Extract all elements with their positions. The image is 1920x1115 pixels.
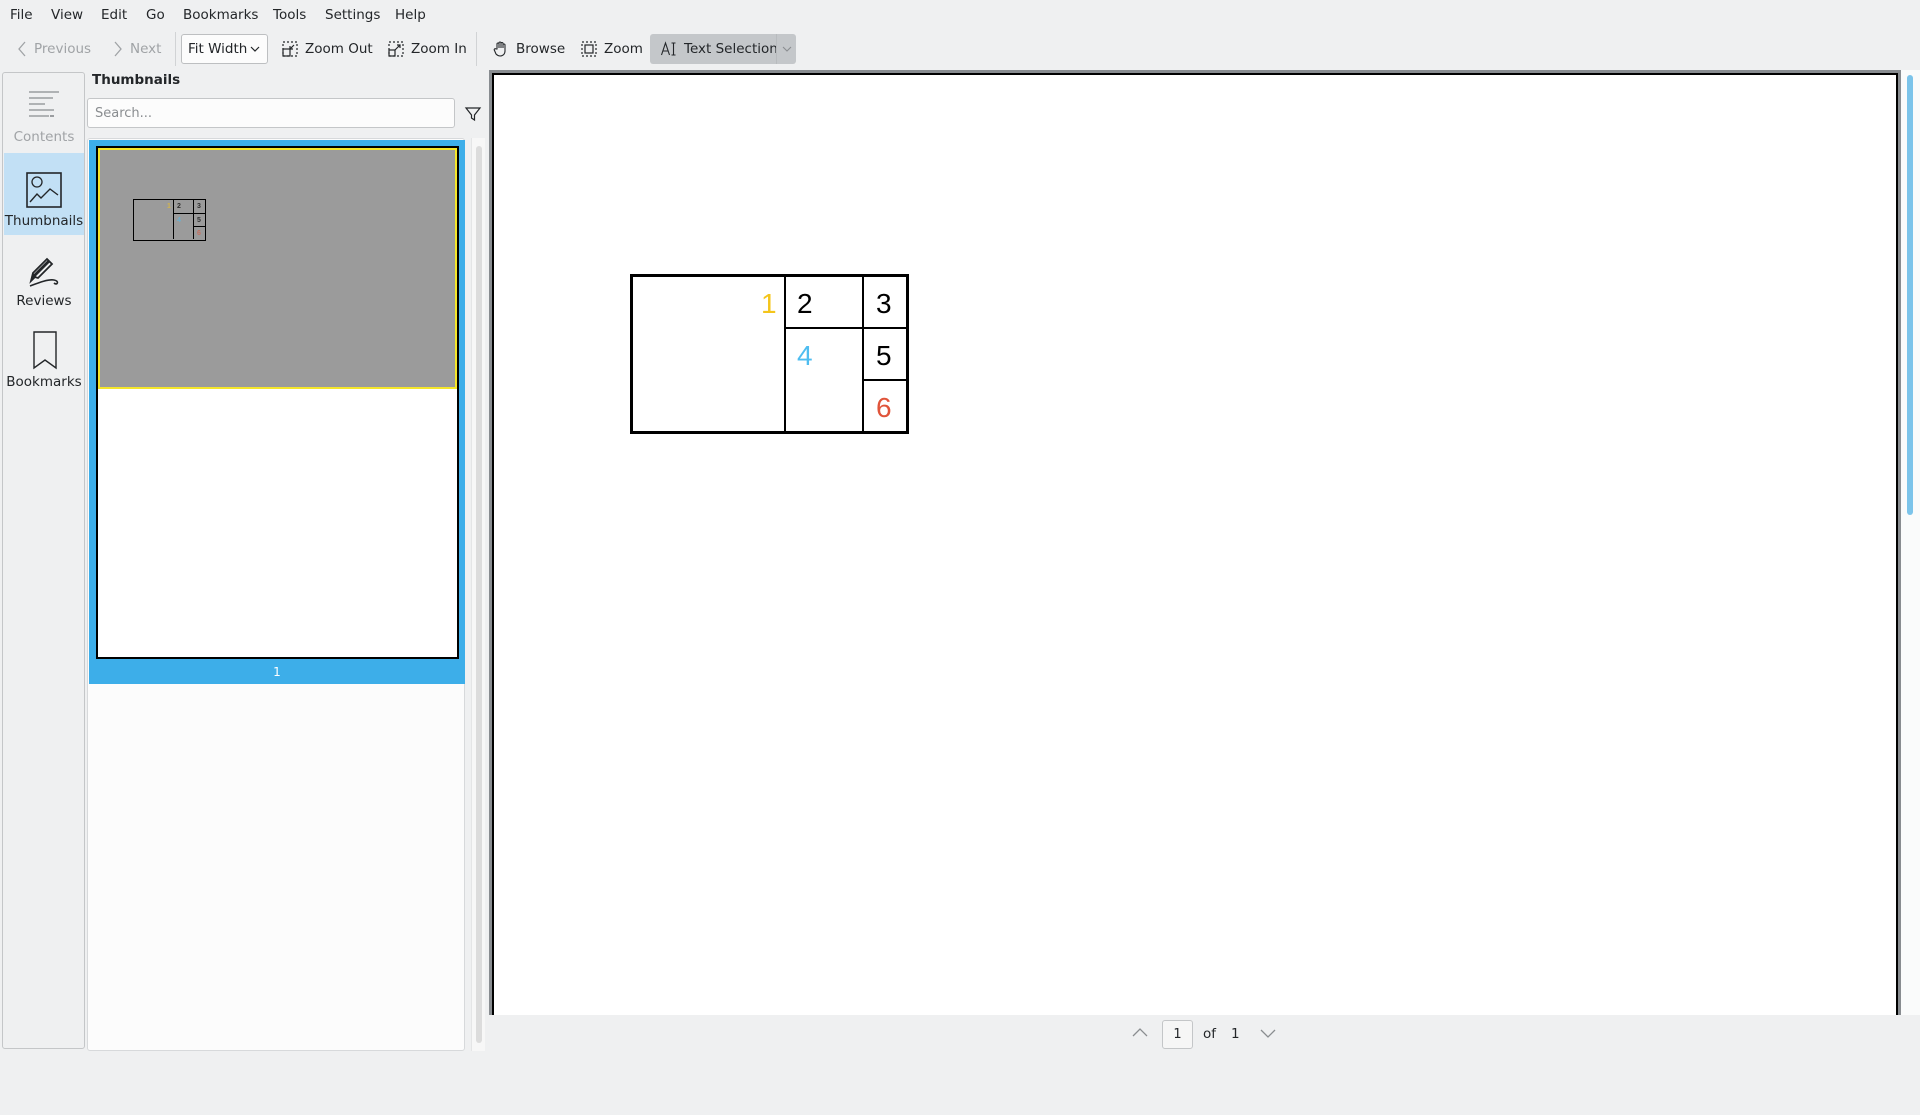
chevron-up-icon[interactable]: [1129, 1023, 1151, 1043]
thumbnail-list: 1 2 3 4 5 6 1: [87, 138, 485, 1115]
zoom-out-icon: [282, 41, 298, 57]
mini-cell-5: 5: [197, 217, 201, 224]
zoom-tool-button[interactable]: Zoom: [576, 34, 647, 64]
next-label: Next: [130, 41, 162, 57]
thumbnail-list-area: 1 2 3 4 5 6 1: [87, 138, 465, 1051]
zoom-out-button[interactable]: Zoom Out: [277, 34, 377, 64]
menu-tools[interactable]: Tools: [273, 6, 306, 24]
chevron-left-icon: [18, 41, 26, 57]
zoom-mode-value: Fit Width: [188, 41, 248, 57]
next-button[interactable]: Next: [108, 34, 165, 64]
mini-divider: [174, 213, 206, 214]
text-selection-tool-button[interactable]: Text Selection: [650, 34, 796, 64]
mini-divider: [194, 226, 206, 227]
menu-view[interactable]: View: [51, 6, 83, 24]
zoom-select-icon: [581, 41, 597, 57]
hand-icon: [493, 41, 506, 57]
sidebar-item-reviews[interactable]: Reviews: [4, 237, 84, 315]
visible-area-overlay[interactable]: 1 2 3 4 5 6: [98, 148, 457, 389]
sidebar-label: Contents: [13, 129, 75, 145]
panel-title: Thumbnails: [92, 72, 181, 88]
toolbar: Previous Next Fit Width Zoom Out Zoom In…: [0, 32, 1920, 66]
page-navigation-bar: of 1: [489, 1015, 1920, 1051]
chevron-down-icon: [782, 46, 792, 52]
table-cell-1: 1: [761, 288, 777, 319]
table-cell-4: 4: [797, 340, 813, 371]
sidebar: Contents Thumbnails Reviews Bookmarks: [2, 72, 85, 1049]
browse-tool-button[interactable]: Browse: [488, 34, 569, 64]
chevron-down-icon: [250, 46, 260, 52]
thumbnail-item[interactable]: 1 2 3 4 5 6 1: [89, 140, 465, 684]
scrollbar-handle[interactable]: [1907, 75, 1913, 515]
sidebar-label: Thumbnails: [4, 213, 84, 229]
menu-file[interactable]: File: [10, 6, 33, 24]
of-label: of: [1203, 1026, 1217, 1042]
mini-table: 1 2 3 4 5 6: [133, 199, 206, 241]
total-pages: 1: [1231, 1026, 1240, 1042]
zoom-in-label: Zoom In: [411, 41, 467, 57]
menu-bar: File View Edit Go Bookmarks Tools Settin…: [0, 0, 1920, 30]
text-selection-label: Text Selection: [684, 41, 778, 57]
previous-button[interactable]: Previous: [12, 34, 95, 64]
menu-go[interactable]: Go: [146, 6, 165, 24]
mini-cell-4: 4: [177, 217, 181, 224]
mini-divider: [193, 200, 194, 239]
text-cursor-icon: [660, 41, 676, 56]
thumbnail-page-number: 1: [273, 665, 281, 679]
toolbar-separator: [476, 32, 477, 66]
toolbar-separator: [175, 32, 176, 66]
menu-settings[interactable]: Settings: [325, 6, 380, 24]
thumbnails-panel: Thumbnails 1 2 3 4: [86, 66, 486, 1051]
zoom-mode-select[interactable]: Fit Width: [181, 34, 268, 64]
mini-cell-1: 1: [167, 203, 171, 210]
thumbnail-page-preview: 1 2 3 4 5 6: [96, 146, 459, 659]
table-cell-3: 3: [876, 288, 892, 319]
sidebar-item-contents[interactable]: Contents: [4, 73, 84, 151]
current-page-input[interactable]: [1162, 1020, 1193, 1049]
sidebar-label: Reviews: [16, 293, 72, 309]
contents-icon: [29, 91, 59, 117]
mini-cell-3: 3: [197, 203, 201, 210]
filter-icon[interactable]: [464, 105, 482, 123]
table-cell-6: 6: [876, 392, 892, 423]
zoom-in-button[interactable]: Zoom In: [383, 34, 471, 64]
pen-icon: [29, 257, 59, 287]
document-table: 1 2 3 4 5 6: [630, 274, 909, 434]
chevron-down-icon[interactable]: [1257, 1023, 1279, 1043]
tool-menu-dropdown[interactable]: [776, 34, 796, 64]
zoom-label: Zoom: [604, 41, 643, 57]
bookmark-icon: [33, 331, 57, 370]
document-scrollbar[interactable]: [1901, 70, 1920, 1015]
previous-label: Previous: [34, 41, 92, 57]
mini-cell-2: 2: [177, 203, 181, 210]
zoom-in-icon: [388, 41, 404, 57]
browse-label: Browse: [516, 41, 566, 57]
image-icon: [26, 172, 62, 208]
thumbnail-search-input[interactable]: [87, 98, 455, 128]
table-divider: [863, 379, 906, 381]
mini-divider: [173, 200, 174, 239]
table-cell-2: 2: [797, 288, 813, 319]
chevron-right-icon: [114, 41, 122, 57]
sidebar-item-bookmarks[interactable]: Bookmarks: [4, 318, 84, 396]
document-page[interactable]: 1 2 3 4 5 6: [492, 73, 1898, 1015]
sidebar-label: Bookmarks: [6, 374, 82, 390]
table-divider: [784, 277, 786, 431]
sidebar-item-thumbnails[interactable]: Thumbnails: [4, 153, 84, 235]
scrollbar-handle[interactable]: [476, 146, 482, 1043]
table-divider: [785, 327, 906, 329]
table-divider: [862, 277, 864, 431]
menu-edit[interactable]: Edit: [101, 6, 127, 24]
menu-bookmarks[interactable]: Bookmarks: [183, 6, 258, 24]
menu-help[interactable]: Help: [395, 6, 426, 24]
page-frame: 1 2 3 4 5 6: [489, 70, 1901, 1015]
zoom-out-label: Zoom Out: [305, 41, 373, 57]
thumbnail-scrollbar[interactable]: [471, 138, 485, 1051]
document-view[interactable]: 1 2 3 4 5 6: [489, 70, 1920, 1015]
table-cell-5: 5: [876, 340, 892, 371]
mini-cell-6: 6: [197, 230, 201, 237]
